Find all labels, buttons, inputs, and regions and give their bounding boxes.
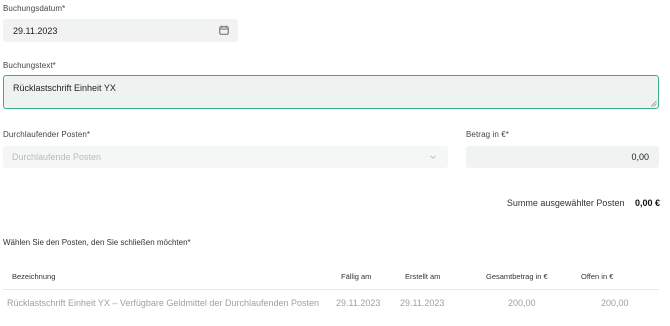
transit-item-placeholder: Durchlaufende Posten xyxy=(12,152,102,162)
booking-text-field[interactable]: Rücklastschrift Einheit YX xyxy=(3,75,659,109)
column-header-total-amount[interactable]: Gesamtbetrag in € xyxy=(486,272,548,281)
row-description: Rücklastschrift Einheit YX – Verfügbare … xyxy=(7,298,320,308)
booking-date-value: 29.11.2023 xyxy=(13,26,58,36)
row-created-date: 29.11.2023 xyxy=(400,298,445,308)
booking-date-label: Buchungsdatum* xyxy=(3,4,66,13)
chevron-down-icon[interactable] xyxy=(429,153,437,161)
row-total-amount: 200,00 xyxy=(508,298,536,308)
selected-items-summary: Summe ausgewählter Posten 0,00 € xyxy=(507,198,660,208)
amount-label: Betrag in €* xyxy=(466,130,510,139)
booking-date-field[interactable]: 29.11.2023 xyxy=(3,19,238,42)
row-open-amount: 200,00 xyxy=(601,298,629,308)
amount-input[interactable]: 0,00 xyxy=(466,146,659,168)
summary-label: Summe ausgewählter Posten xyxy=(506,198,625,208)
summary-value: 0,00 € xyxy=(634,198,660,208)
transit-item-select[interactable]: Durchlaufende Posten xyxy=(3,146,448,168)
row-due-date: 29.11.2023 xyxy=(336,298,381,308)
column-header-created-date[interactable]: Erstellt am xyxy=(405,272,440,281)
amount-value: 0,00 xyxy=(631,152,649,162)
resize-handle-icon[interactable] xyxy=(650,100,657,107)
column-header-open-amount[interactable]: Offen in € xyxy=(581,272,613,281)
table-header-divider xyxy=(3,289,659,290)
booking-text-label: Buchungstext* xyxy=(3,61,56,70)
table-instruction: Wählen Sie den Posten, den Sie schließen… xyxy=(3,238,191,247)
column-header-description[interactable]: Bezeichnung xyxy=(12,272,55,281)
transit-item-label: Durchlaufender Posten* xyxy=(3,130,91,139)
column-header-due-date[interactable]: Fällig am xyxy=(341,272,371,281)
booking-text-value: Rücklastschrift Einheit YX xyxy=(13,83,116,93)
calendar-icon[interactable] xyxy=(219,25,229,35)
